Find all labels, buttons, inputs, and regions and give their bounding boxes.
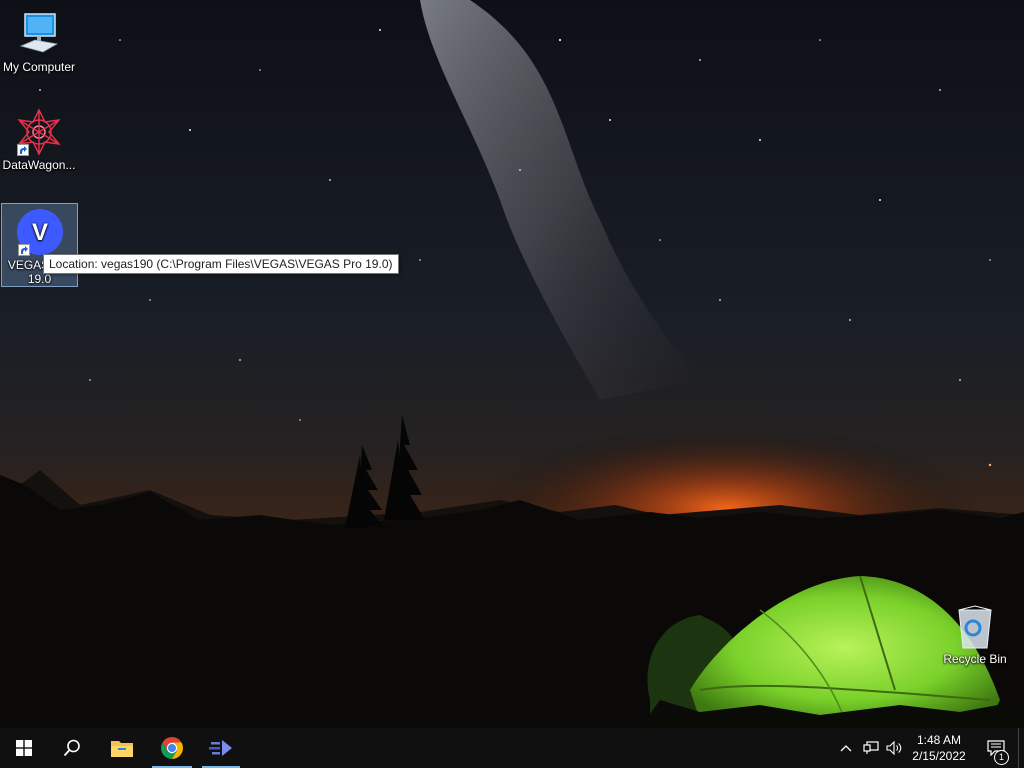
start-icon: [16, 740, 32, 756]
clock-time: 1:48 AM: [916, 733, 962, 747]
search-button[interactable]: [48, 728, 96, 768]
desktop-icon-recycle-bin[interactable]: Recycle Bin: [936, 598, 1014, 670]
chrome-icon: [161, 737, 183, 759]
tray-show-hidden-button[interactable]: [836, 728, 856, 768]
shortcut-arrow-icon: [17, 144, 29, 156]
show-desktop-button[interactable]: [1018, 728, 1024, 768]
notification-count-badge: 1: [994, 750, 1009, 765]
desktop-icon-label: DataWagon...: [2, 158, 76, 172]
desktop-icon-my-computer[interactable]: My Computer: [0, 6, 78, 78]
taskbar: 1:48 AM 2/15/2022: [0, 728, 1024, 768]
taskbar-clock[interactable]: 1:48 AM 2/15/2022: [902, 728, 976, 768]
start-button[interactable]: [0, 728, 48, 768]
pinned-app-button[interactable]: [198, 728, 244, 768]
recycle-bin-icon: [951, 602, 999, 650]
network-icon: [863, 741, 879, 754]
desktop-icon-label: My Computer: [2, 60, 76, 74]
datawagon-icon: [15, 108, 63, 156]
file-explorer-button[interactable]: [98, 728, 146, 768]
shortcut-arrow-icon: [17, 244, 30, 256]
clock-date: 2/15/2022: [912, 749, 966, 763]
vegas-letter: V: [31, 219, 47, 246]
desktop-icon-datawagon[interactable]: DataWagon...: [0, 104, 78, 176]
desktop-icon-vegas-pro[interactable]: V VEGAS Pro 19.0: [1, 203, 78, 287]
vegas-pro-icon: V: [16, 208, 64, 256]
chevron-up-icon: [840, 745, 852, 752]
app-icon: [209, 740, 232, 756]
chrome-button[interactable]: [148, 728, 196, 768]
wallpaper-image: [0, 0, 1024, 728]
computer-icon: [15, 10, 63, 58]
file-explorer-icon: [111, 741, 133, 757]
network-button[interactable]: [860, 728, 882, 768]
search-icon: [63, 739, 80, 757]
desktop-wallpaper: [0, 0, 1024, 728]
desktop-icon-label: Recycle Bin: [943, 652, 1007, 666]
shortcut-location-tooltip: Location: vegas190 (C:\Program Files\VEG…: [43, 254, 399, 274]
